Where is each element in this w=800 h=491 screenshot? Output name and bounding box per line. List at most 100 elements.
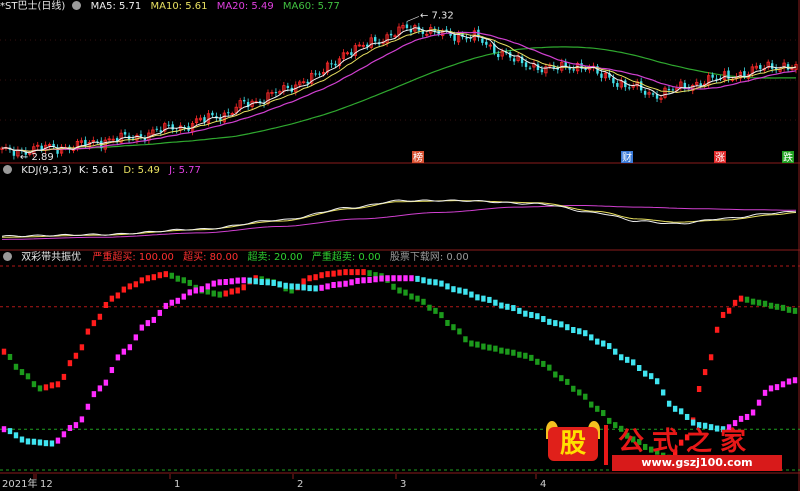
candle-body-down	[770, 63, 774, 69]
high-marker-label: ← 7.32	[420, 10, 454, 21]
candle-body-down	[524, 62, 528, 67]
osc-fast-bar	[595, 405, 600, 412]
osc-fast-bar	[313, 274, 318, 281]
osc-slow-bar	[433, 279, 438, 286]
candle-body-down	[540, 69, 544, 73]
osc-fast-bar	[175, 275, 180, 282]
osc-fast-bar	[319, 272, 324, 279]
osc-slow-bar	[511, 305, 516, 312]
panel-grid	[0, 0, 800, 491]
osc-slow-bar	[85, 403, 91, 410]
kdj-d-label: D: 5.49	[123, 165, 160, 176]
osc-slow-bar	[535, 313, 540, 320]
candle-body-down	[528, 67, 532, 69]
candle-body-down	[453, 34, 456, 41]
candle-body-down	[485, 41, 488, 45]
osc-fast-bar	[738, 295, 744, 302]
osc-slow-bar	[565, 324, 570, 331]
osc-slow-bar	[571, 327, 576, 334]
time-label-1: 12	[40, 479, 53, 490]
osc-fast-bar	[732, 299, 738, 306]
osc-fast-bar	[517, 351, 522, 358]
high-marker-line	[406, 16, 420, 22]
osc-slow-bar	[631, 359, 636, 366]
logo-badge-icon: 股	[542, 421, 604, 465]
osc-slow-bar	[445, 283, 450, 290]
osc-fast-bar	[73, 352, 79, 359]
osc-slow-bar	[103, 379, 109, 386]
osc-fast-bar	[403, 289, 408, 296]
osc-fast-bar	[151, 274, 157, 281]
osc-slow-bar	[493, 299, 498, 306]
osc-fast-bar	[205, 288, 210, 295]
kdj-settings-icon[interactable]	[3, 165, 12, 174]
osc-settings-icon[interactable]	[3, 252, 12, 261]
osc-fast-bar	[187, 279, 192, 286]
osc-severe-oversold-label: 严重超卖: 0.00	[311, 252, 381, 263]
candle-body-down	[711, 74, 714, 78]
osc-slow-bar	[619, 354, 624, 361]
osc-slow-bar	[499, 302, 504, 309]
osc-fast-bar	[211, 290, 216, 297]
candle-body-down	[612, 77, 615, 84]
osc-fast-bar	[493, 345, 498, 352]
chart-canvas: ← 7.32← 2.89 榜财涨跌 2021年 12 1 2 3 4	[0, 0, 800, 491]
osc-fast-bar	[43, 384, 49, 391]
osc-fast-bar	[217, 291, 222, 298]
osc-fast-bar	[241, 284, 246, 291]
kdj-j-label: J: 5.77	[169, 165, 201, 176]
osc-fast-bar	[439, 312, 444, 319]
osc-slow-bar	[253, 278, 258, 285]
osc-fast-bar	[702, 369, 708, 376]
time-label-0: 2021年	[2, 477, 37, 490]
kdj-title[interactable]: KDJ(9,3,3)	[21, 165, 71, 176]
candle-body-down	[651, 93, 655, 95]
settings-gear-icon[interactable]	[72, 1, 82, 10]
candle-body-down	[759, 65, 762, 69]
osc-fast-bar	[355, 269, 360, 276]
osc-slow-bar	[319, 284, 324, 291]
osc-slow-bar	[217, 279, 222, 286]
time-label-3: 2	[297, 479, 303, 490]
osc-slow-bar	[529, 311, 534, 318]
osc-fast-bar	[433, 307, 438, 314]
osc-fast-bar	[744, 296, 750, 303]
candle-body-down	[373, 37, 377, 42]
osc-slow-bar	[187, 289, 192, 296]
osc-slow-bar	[361, 277, 366, 284]
osc-slow-bar	[163, 302, 168, 309]
osc-slow-bar	[301, 284, 306, 291]
osc-fast-bar	[133, 281, 139, 288]
osc-slow-bar	[1, 426, 7, 433]
osc-slow-bar	[19, 436, 25, 443]
stock-name-label[interactable]: *ST巴士(日线)	[0, 1, 65, 12]
osc-fast-bar	[750, 298, 756, 305]
osc-slow-bar	[415, 275, 420, 282]
osc-fast-bar	[235, 287, 240, 294]
osc-slow-bar	[427, 278, 432, 285]
kdj-layer	[1, 199, 797, 240]
kdj-header: KDJ(9,3,3) K: 5.61 D: 5.49 J: 5.77	[0, 164, 207, 178]
candle-body-down	[628, 87, 631, 89]
osc-fast-bar	[601, 410, 606, 417]
osc-slow-bar	[271, 279, 276, 286]
osc-fast-bar	[529, 354, 534, 361]
osc-fast-bar	[55, 381, 61, 388]
candle-body-down	[512, 58, 516, 62]
osc-slow-bar	[780, 381, 786, 388]
osc-fast-bar	[139, 277, 145, 284]
osc-slow-bar	[325, 283, 330, 290]
osc-fast-bar	[349, 269, 354, 276]
osc-fast-bar	[85, 328, 91, 335]
candle-body-down	[330, 63, 333, 65]
osc-fast-bar	[421, 298, 426, 305]
osc-slow-bar	[337, 281, 342, 288]
osc-slow-bar	[97, 385, 103, 392]
osc-slow-bar	[139, 324, 145, 331]
osc-fast-bar	[325, 271, 330, 278]
osc-fast-bar	[523, 352, 528, 359]
osc-slow-bar	[265, 279, 270, 286]
osc-title[interactable]: 双彩带共振优	[21, 252, 81, 263]
osc-slow-bar	[469, 291, 474, 298]
osc-slow-bar	[523, 310, 528, 317]
